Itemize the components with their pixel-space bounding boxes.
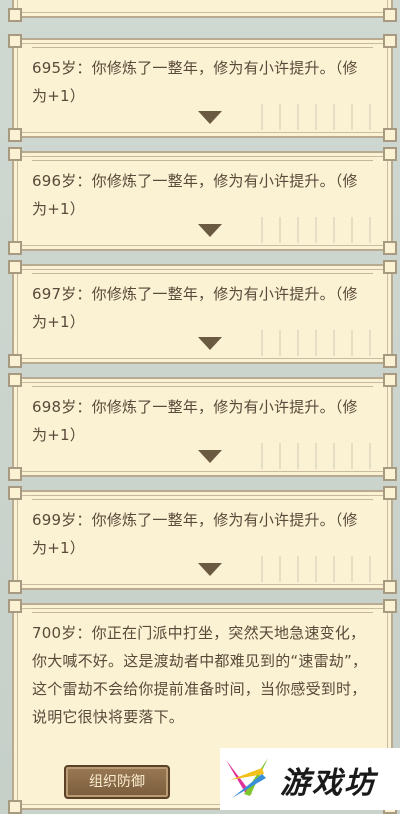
logo-icon: [226, 758, 268, 798]
log-card: 695岁：你修炼了一整年，修为有小许提升。（修为+1）: [8, 34, 397, 142]
log-card: 697岁：你修炼了一整年，修为有小许提升。（修为+1）: [8, 260, 397, 368]
log-text: 700岁：你正在门派中打坐，突然天地急速变化，你大喊不好。这是渡劫者中都难见到的…: [32, 624, 368, 726]
card-corner: [383, 354, 397, 368]
card-corner: [8, 8, 22, 22]
card-top-border: [32, 382, 373, 387]
card-top-border: [32, 43, 373, 48]
log-text: 699岁：你修炼了一整年，修为有小许提升。（修为+1）: [32, 511, 358, 557]
log-text: 697岁：你修炼了一整年，修为有小许提升。（修为+1）: [32, 285, 358, 331]
log-card: 696岁：你修炼了一整年，修为有小许提升。（修为+1）: [8, 147, 397, 255]
card-decoration: [261, 330, 381, 356]
card-corner: [383, 8, 397, 22]
card-corner: [383, 128, 397, 142]
card-decoration: [261, 556, 381, 582]
card-top-border: [32, 608, 373, 613]
expand-arrow-icon[interactable]: [198, 450, 222, 463]
log-text: 695岁：你修炼了一整年，修为有小许提升。（修为+1）: [32, 59, 358, 105]
expand-arrow-icon[interactable]: [198, 111, 222, 124]
card-top-border: [32, 269, 373, 274]
log-card: 698岁：你修炼了一整年，修为有小许提升。（修为+1）: [8, 373, 397, 481]
card-corner: [8, 580, 22, 594]
log-text: 696岁：你修炼了一整年，修为有小许提升。（修为+1）: [32, 172, 358, 218]
card-top-border: [32, 495, 373, 500]
watermark-logo: 游戏坊: [220, 748, 400, 810]
watermark-text: 游戏坊: [280, 766, 376, 801]
card-corner: [8, 354, 22, 368]
card-corner: [8, 128, 22, 142]
expand-arrow-icon[interactable]: [198, 337, 222, 350]
log-text: 698岁：你修炼了一整年，修为有小许提升。（修为+1）: [32, 398, 358, 444]
card-corner: [383, 241, 397, 255]
card-corner: [8, 241, 22, 255]
card-corner: [8, 800, 22, 814]
expand-arrow-icon[interactable]: [198, 563, 222, 576]
card-corner: [8, 467, 22, 481]
card-corner: [383, 580, 397, 594]
card-top-border: [32, 156, 373, 161]
card-decoration: [261, 217, 381, 243]
card-decoration: [261, 104, 381, 130]
log-card-partial: [8, 0, 397, 22]
card-decoration: [261, 443, 381, 469]
card-corner: [383, 467, 397, 481]
organize-defense-button[interactable]: 组织防御: [64, 765, 170, 799]
expand-arrow-icon[interactable]: [198, 224, 222, 237]
log-card: 699岁：你修炼了一整年，修为有小许提升。（修为+1）: [8, 486, 397, 594]
